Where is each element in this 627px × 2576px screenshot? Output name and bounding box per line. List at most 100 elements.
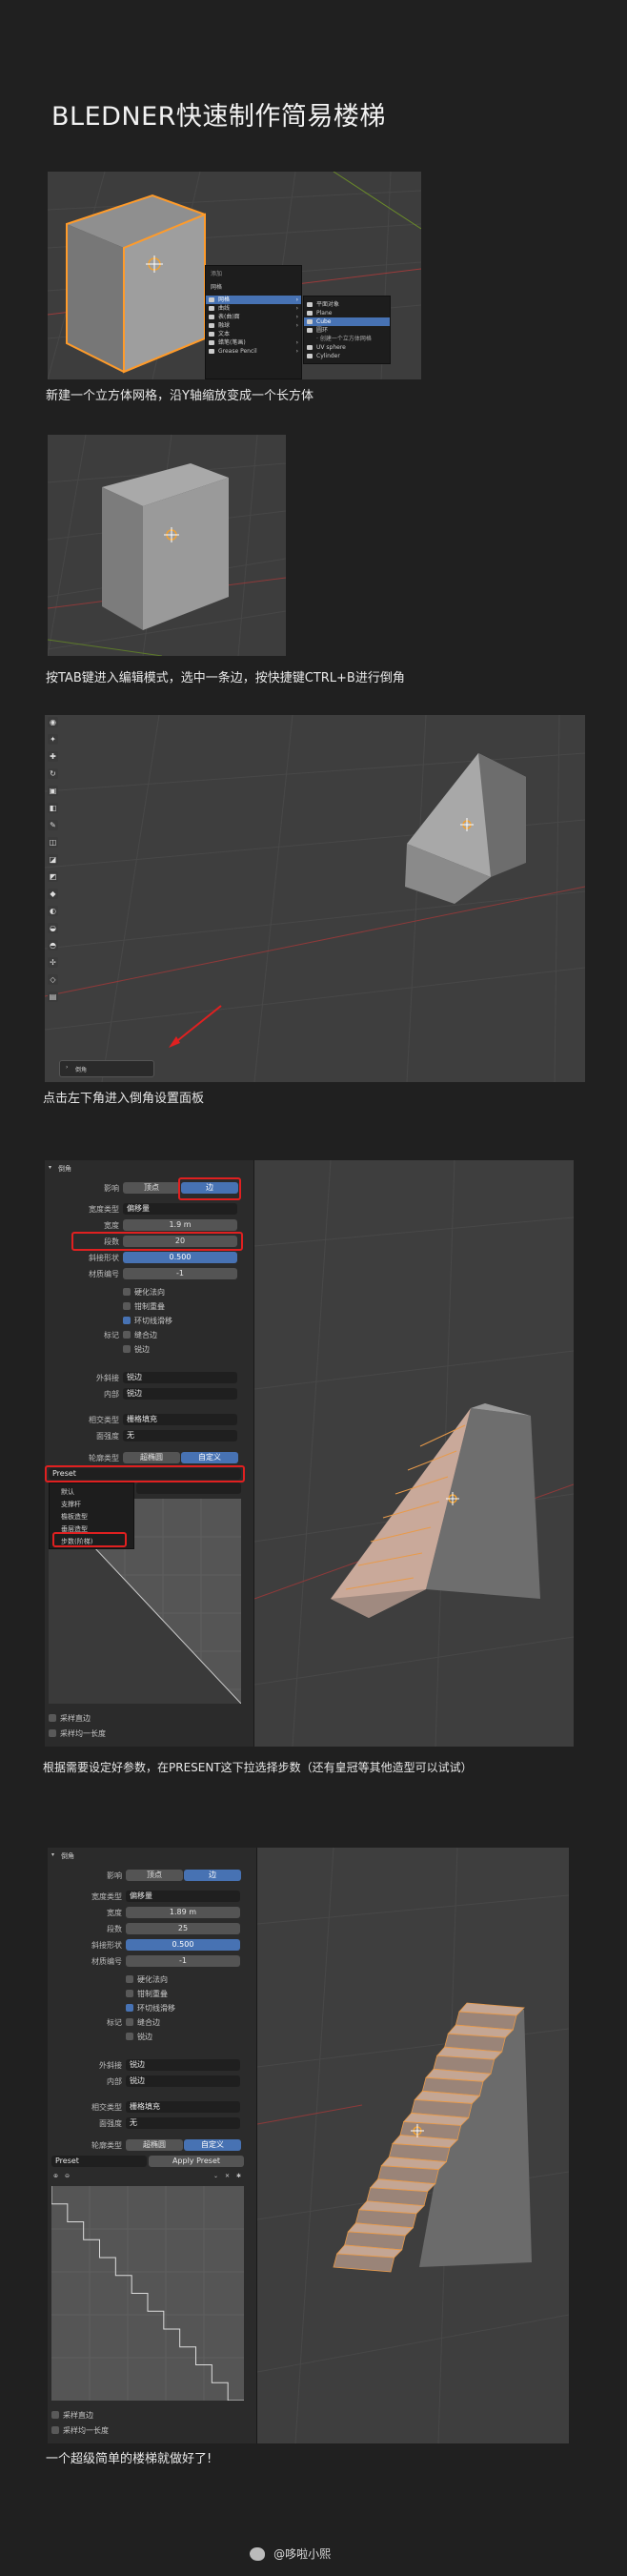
harden-normals-checkbox[interactable]: 硬化法向 bbox=[126, 1974, 168, 1985]
highlight-segments bbox=[71, 1232, 243, 1251]
affect-label: 影响 bbox=[104, 1184, 119, 1193]
submenu-item-cylinder[interactable]: Cylinder bbox=[304, 352, 390, 360]
submenu-item-plane-object[interactable]: 平面对象 bbox=[304, 300, 390, 309]
shape-field[interactable]: 0.500 bbox=[123, 1252, 237, 1263]
fill-type-select[interactable]: 栅格填充 bbox=[126, 2101, 240, 2113]
profile-custom-button[interactable]: 自定义 bbox=[181, 1452, 238, 1463]
fill-type-select[interactable]: 栅格填充 bbox=[123, 1414, 237, 1425]
menu-item-grease-pencil[interactable]: Grease Pencil › bbox=[206, 347, 301, 356]
move-tool-icon[interactable]: ✚ bbox=[48, 751, 58, 762]
settings-icon[interactable]: ✱ bbox=[236, 2173, 241, 2179]
sample-straight-checkbox[interactable]: 采样直边 bbox=[49, 1713, 91, 1724]
profile-steps-curve bbox=[51, 2186, 244, 2401]
menu-item-surface[interactable]: 表(曲)面 › bbox=[206, 313, 301, 321]
submenu-item-plane[interactable]: Plane bbox=[304, 309, 390, 317]
inner-miter-select[interactable]: 锐边 bbox=[126, 2075, 240, 2087]
mark-seam-checkbox[interactable]: 缝合边 bbox=[126, 2017, 160, 2028]
mark-sharp-checkbox[interactable]: 锐边 bbox=[123, 1344, 150, 1355]
profile-superellipse-button[interactable]: 超椭圆 bbox=[123, 1452, 180, 1463]
mark-sharp-checkbox[interactable]: 锐边 bbox=[126, 2032, 152, 2042]
scale-tool-icon[interactable]: ▣ bbox=[48, 786, 58, 796]
shear-tool-icon[interactable]: ▤ bbox=[48, 992, 58, 1002]
sample-straight-checkbox[interactable]: 采样直边 bbox=[51, 2410, 93, 2421]
loopcut-tool-icon[interactable]: ◐ bbox=[48, 906, 58, 916]
menu-item-curve[interactable]: 曲线 › bbox=[206, 304, 301, 313]
face-strength-select[interactable]: 无 bbox=[123, 1430, 237, 1441]
extrude-tool-icon[interactable]: ◪ bbox=[48, 854, 58, 865]
smooth-tool-icon[interactable]: ◇ bbox=[48, 974, 58, 985]
rotate-tool-icon[interactable]: ↻ bbox=[48, 768, 58, 779]
profile-superellipse-button[interactable]: 超椭圆 bbox=[126, 2139, 183, 2151]
cube-icon bbox=[307, 319, 313, 324]
width-type-select[interactable]: 偏移量 bbox=[123, 1203, 237, 1215]
curve-toolbar: ⊕ ⊖ ⌄ ✕ ✱ bbox=[51, 2172, 244, 2183]
width-type-select[interactable]: 偏移量 bbox=[126, 1891, 240, 1902]
submenu-item-uv-sphere[interactable]: UV sphere bbox=[304, 343, 390, 352]
profile-custom-button[interactable]: 自定义 bbox=[184, 2139, 241, 2151]
inset-tool-icon[interactable]: ◩ bbox=[48, 871, 58, 882]
material-field[interactable]: -1 bbox=[126, 1955, 240, 1967]
preset-search[interactable] bbox=[136, 1482, 241, 1494]
zoom-in-icon[interactable]: ⊕ bbox=[53, 2173, 58, 2179]
spin-tool-icon[interactable]: ✢ bbox=[48, 957, 58, 968]
profile-type-label: 轮廓类型 bbox=[89, 1454, 119, 1462]
width-label: 宽度 bbox=[104, 1221, 119, 1230]
affect-label: 影响 bbox=[107, 1871, 122, 1880]
menu-item-gpencil[interactable]: 蜡笔(笔画) › bbox=[206, 338, 301, 347]
outer-miter-label: 外斜接 bbox=[99, 2061, 122, 2070]
material-field[interactable]: -1 bbox=[123, 1268, 237, 1279]
measure-tool-icon[interactable]: ◫ bbox=[48, 837, 58, 848]
submenu-item-cube[interactable]: Cube bbox=[304, 317, 390, 326]
collapse-arrow-icon: › bbox=[66, 1064, 69, 1071]
transform-tool-icon[interactable]: ◧ bbox=[48, 803, 58, 813]
segments-field[interactable]: 25 bbox=[126, 1923, 240, 1934]
chevron-down-icon[interactable]: ⌄ bbox=[213, 2173, 218, 2179]
bevel-tool-icon[interactable]: ◆ bbox=[48, 889, 58, 899]
knife-tool-icon[interactable]: ◒ bbox=[48, 923, 58, 933]
outer-miter-select[interactable]: 锐边 bbox=[126, 2059, 240, 2071]
submenu-item-circle[interactable]: 圆环 bbox=[304, 326, 390, 335]
highlight-affect-edge bbox=[178, 1177, 241, 1200]
mark-seam-checkbox[interactable]: 缝合边 bbox=[123, 1330, 157, 1340]
width-field[interactable]: 1.9 m bbox=[123, 1219, 237, 1231]
chevron-right-icon: › bbox=[295, 314, 298, 320]
preset-option-default[interactable]: 默认 bbox=[50, 1486, 133, 1499]
reset-icon[interactable]: ✕ bbox=[225, 2173, 230, 2179]
preset-option-cornice[interactable]: 檐板造型 bbox=[50, 1511, 133, 1523]
clamp-overlap-checkbox[interactable]: 钳制重叠 bbox=[123, 1301, 165, 1312]
width-label: 宽度 bbox=[107, 1909, 122, 1917]
inner-miter-select[interactable]: 锐边 bbox=[123, 1388, 237, 1400]
mark-label: 标记 bbox=[104, 1331, 119, 1339]
annotate-tool-icon[interactable]: ✎ bbox=[48, 820, 58, 830]
preset-select[interactable]: Preset bbox=[51, 2156, 147, 2167]
loop-slide-checkbox[interactable]: 环切线滑移 bbox=[123, 1316, 172, 1326]
harden-normals-checkbox[interactable]: 硬化法向 bbox=[123, 1287, 165, 1298]
clamp-overlap-checkbox[interactable]: 钳制重叠 bbox=[126, 1989, 168, 1999]
apply-preset-button[interactable]: Apply Preset bbox=[149, 2156, 244, 2167]
viewport-cuboid bbox=[48, 435, 286, 656]
zoom-out-icon[interactable]: ⊖ bbox=[65, 2173, 70, 2179]
select-tool-icon[interactable]: ◉ bbox=[48, 717, 58, 727]
bevel-redo-panel-collapsed[interactable]: › 倒角 bbox=[59, 1060, 154, 1077]
menu-item-text[interactable]: 文本 bbox=[206, 330, 301, 338]
outer-miter-select[interactable]: 锐边 bbox=[123, 1372, 237, 1383]
add-menu-title: 网格 bbox=[211, 284, 223, 291]
preset-option-support-loops[interactable]: 支撑杆 bbox=[50, 1499, 133, 1511]
sample-even-checkbox[interactable]: 采样均一长度 bbox=[51, 2425, 109, 2436]
loop-slide-checkbox[interactable]: 环切线滑移 bbox=[126, 2003, 175, 2014]
face-strength-select[interactable]: 无 bbox=[126, 2117, 240, 2129]
panel-header: 倒角 bbox=[61, 1852, 74, 1860]
menu-item-mesh[interactable]: 网格 › bbox=[206, 296, 301, 304]
menu-item-metaball[interactable]: 融球 › bbox=[206, 321, 301, 330]
affect-edge-button[interactable]: 边 bbox=[184, 1870, 241, 1881]
shape-field[interactable]: 0.500 bbox=[126, 1939, 240, 1951]
width-field[interactable]: 1.89 m bbox=[126, 1907, 240, 1918]
cursor-tool-icon[interactable]: ✦ bbox=[48, 734, 58, 745]
sample-even-checkbox[interactable]: 采样均一长度 bbox=[49, 1728, 106, 1739]
affect-vertex-button[interactable]: 顶点 bbox=[126, 1870, 183, 1881]
panel-collapse-icon[interactable]: ▾ bbox=[49, 1164, 51, 1171]
polybuild-tool-icon[interactable]: ◓ bbox=[48, 940, 58, 951]
panel-collapse-icon[interactable]: ▾ bbox=[51, 1851, 54, 1858]
affect-vertex-button[interactable]: 顶点 bbox=[123, 1182, 180, 1194]
screenshot-add-cube: 添加 网格 网格 › 曲线 › 表(曲)面 › 融球 › 文本 蜡笔(笔画) › Grea… bbox=[48, 172, 421, 379]
